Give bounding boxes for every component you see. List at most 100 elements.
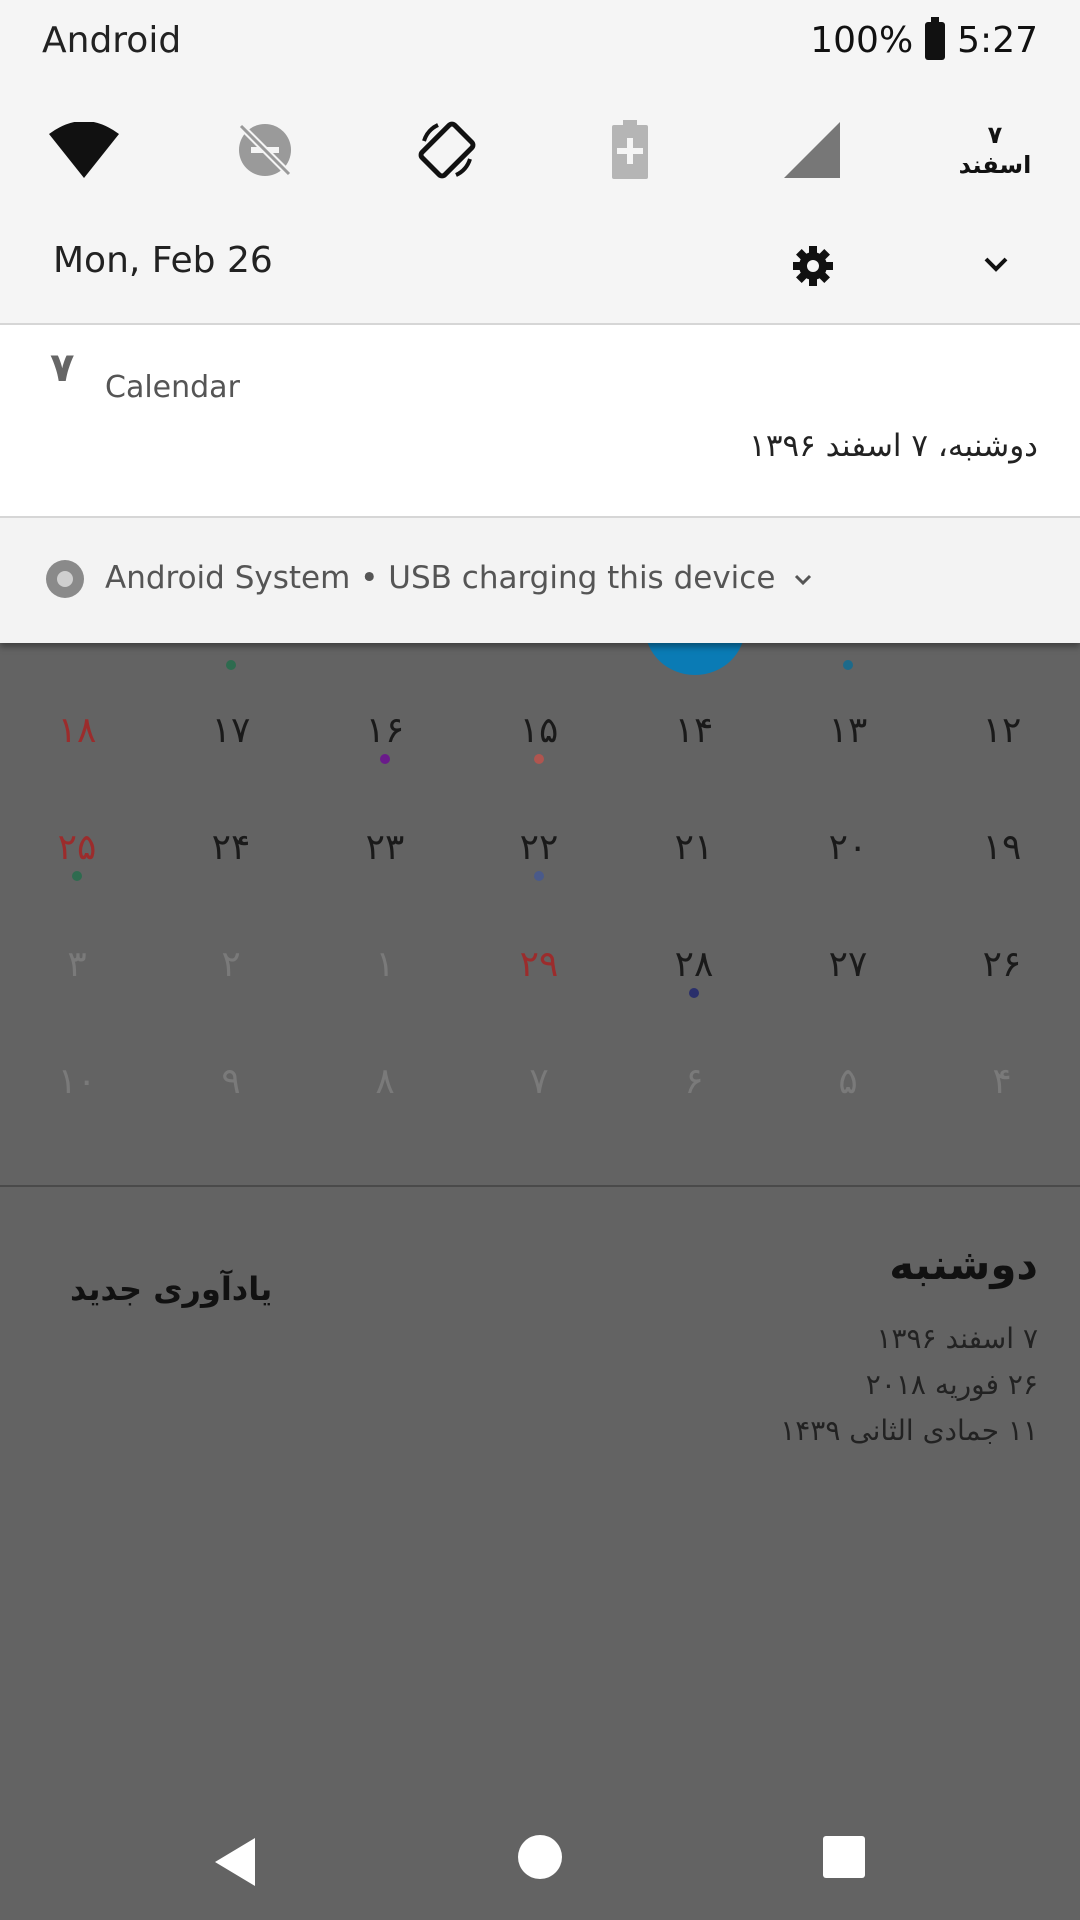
clock: 5:27	[957, 20, 1038, 61]
notification-text: دوشنبه، ۷ اسفند ۱۳۹۶	[749, 428, 1038, 464]
calendar-day-number: ۲	[221, 944, 241, 985]
calendar-day-number: ۲۶	[982, 944, 1022, 985]
calendar-day-number: ۱۴	[674, 710, 714, 751]
wifi-icon[interactable]	[24, 100, 144, 200]
event-dot	[380, 754, 390, 764]
calendar-day-number: ۲۴	[211, 827, 251, 868]
calendar-day-number: ۵	[838, 1061, 858, 1102]
persian-date: ۷ اسفند ۱۳۹۶	[876, 1322, 1038, 1355]
quick-settings-row: ۷ اسفند	[0, 100, 1080, 200]
calendar-day-cell[interactable]: ۶	[617, 1031, 771, 1147]
calendar-day-number: ۱۲	[982, 710, 1022, 751]
calendar-week-row: ۳ ۲ ۱ ۲۹ ۲۸ ۲۷ ۲۶	[0, 914, 1080, 1030]
calendar-day-cell[interactable]: ۱۹	[925, 797, 1079, 913]
calendar-day-cell[interactable]: ۴	[925, 1031, 1079, 1147]
calendar-notification[interactable]: ۷ Calendar دوشنبه، ۷ اسفند ۱۳۹۶	[0, 325, 1080, 516]
calendar-day-number: ۸	[375, 1061, 395, 1102]
calendar-day-cell[interactable]: ۳	[0, 914, 154, 1030]
calendar-app-icon: ۷	[50, 345, 75, 391]
usb-notification-text: Android System • USB charging this devic…	[105, 560, 776, 596]
new-reminder-button[interactable]: یادآوری جدید	[70, 1270, 272, 1308]
calendar-day-cell[interactable]: ۲۳	[308, 797, 462, 913]
selected-day-name: دوشنبه	[889, 1240, 1038, 1289]
calendar-day-number: ۱۷	[211, 710, 251, 751]
auto-rotate-icon[interactable]	[387, 100, 507, 200]
calendar-week-row: ۱۰ ۹ ۸ ۷ ۶ ۵ ۴	[0, 1031, 1080, 1147]
carrier-label: Android	[42, 20, 182, 61]
calendar-day-number: ۷	[529, 1061, 549, 1102]
calendar-day-cell[interactable]: ۱۸	[0, 680, 154, 796]
battery-saver-icon[interactable]	[570, 100, 690, 200]
calendar-day-number: ۲۰	[828, 827, 868, 868]
status-bar-right: 100% 5:27	[810, 16, 1038, 61]
calendar-day-cell[interactable]: ۸	[308, 1031, 462, 1147]
event-dot	[534, 754, 544, 764]
calendar-day-cell[interactable]: ۲	[154, 914, 308, 1030]
do-not-disturb-off-icon[interactable]	[205, 100, 325, 200]
calendar-day-number: ۱۵	[519, 710, 559, 751]
calendar-day-number: ۲۹	[519, 944, 559, 985]
usb-notification-label: Android System • USB charging this devic…	[105, 560, 815, 596]
settings-gear-icon[interactable]	[790, 243, 836, 289]
usb-charging-notification[interactable]: Android System • USB charging this devic…	[0, 518, 1080, 643]
shade-date: Mon, Feb 26	[53, 240, 273, 281]
calendar-day-cell[interactable]: ۱۷	[154, 680, 308, 796]
persian-calendar-tile[interactable]: ۷ اسفند	[935, 100, 1055, 200]
calendar-day-number: ۱۶	[365, 710, 405, 751]
event-dot	[226, 660, 236, 670]
calendar-day-number: ۲۱	[674, 827, 714, 868]
android-system-icon	[46, 560, 84, 598]
calendar-day-number: ۲۲	[519, 827, 559, 868]
calendar-day-number: ۳	[67, 944, 87, 985]
calendar-day-number: ۴	[992, 1061, 1012, 1102]
calendar-day-cell[interactable]: ۱۰	[0, 1031, 154, 1147]
chevron-down-icon[interactable]	[791, 568, 815, 592]
calendar-week-row: ۲۵ ۲۴ ۲۳ ۲۲ ۲۱ ۲۰ ۱۹	[0, 797, 1080, 913]
calendar-day-number: ۲۷	[828, 944, 868, 985]
event-dot	[843, 660, 853, 670]
calendar-day-cell[interactable]: ۱۴	[617, 680, 771, 796]
calendar-day-cell[interactable]: ۱	[308, 914, 462, 1030]
battery-charging-icon	[925, 16, 946, 60]
calendar-day-number: ۲۵	[57, 827, 97, 868]
cellular-signal-icon[interactable]	[752, 100, 872, 200]
calendar-day-number: ۱۰	[57, 1061, 97, 1102]
expand-chevron-icon[interactable]	[978, 246, 1014, 282]
navigation-bar	[0, 1800, 1080, 1920]
calendar-day-number: ۹	[221, 1061, 241, 1102]
calendar-day-cell[interactable]: ۲۰	[771, 797, 925, 913]
home-icon[interactable]	[518, 1835, 562, 1879]
notification-shade: Android 100% 5:27 ۷ اسفند Mon, Feb 26 ۷ …	[0, 0, 1080, 643]
back-icon[interactable]	[215, 1838, 255, 1886]
calendar-day-cell[interactable]: ۵	[771, 1031, 925, 1147]
divider	[0, 1185, 1080, 1187]
event-dot	[72, 871, 82, 881]
calendar-day-cell[interactable]: ۲۹	[462, 914, 616, 1030]
calendar-day-cell[interactable]: ۲۶	[925, 914, 1079, 1030]
calendar-day-cell[interactable]: ۱۵	[462, 680, 616, 796]
tile-month: اسفند	[958, 151, 1032, 179]
calendar-day-number: ۶	[684, 1061, 704, 1102]
calendar-day-number: ۱۳	[828, 710, 868, 751]
calendar-day-cell[interactable]: ۲۸	[617, 914, 771, 1030]
calendar-day-number: ۱۸	[57, 710, 97, 751]
notification-app-name: Calendar	[105, 370, 240, 405]
calendar-day-cell[interactable]: ۹	[154, 1031, 308, 1147]
calendar-day-cell[interactable]: ۲۵	[0, 797, 154, 913]
gregorian-date: ۲۶ فوریه ۲۰۱۸	[865, 1368, 1038, 1401]
recents-icon[interactable]	[823, 1836, 865, 1878]
calendar-day-cell[interactable]: ۲۲	[462, 797, 616, 913]
calendar-day-number: ۱	[375, 944, 395, 985]
calendar-day-cell[interactable]: ۱۶	[308, 680, 462, 796]
calendar-day-cell[interactable]: ۱۳	[771, 680, 925, 796]
tile-day: ۷	[987, 121, 1003, 149]
calendar-day-cell[interactable]: ۱۲	[925, 680, 1079, 796]
calendar-day-cell[interactable]: ۷	[462, 1031, 616, 1147]
calendar-day-cell[interactable]: ۲۷	[771, 914, 925, 1030]
calendar-day-cell[interactable]: ۲۴	[154, 797, 308, 913]
calendar-day-cell[interactable]: ۲۱	[617, 797, 771, 913]
calendar-day-number: ۱۹	[982, 827, 1022, 868]
calendar-week-row: ۱۸ ۱۷ ۱۶ ۱۵ ۱۴ ۱۳ ۱۲	[0, 680, 1080, 796]
calendar-day-number: ۲۸	[674, 944, 714, 985]
event-dot	[689, 988, 699, 998]
